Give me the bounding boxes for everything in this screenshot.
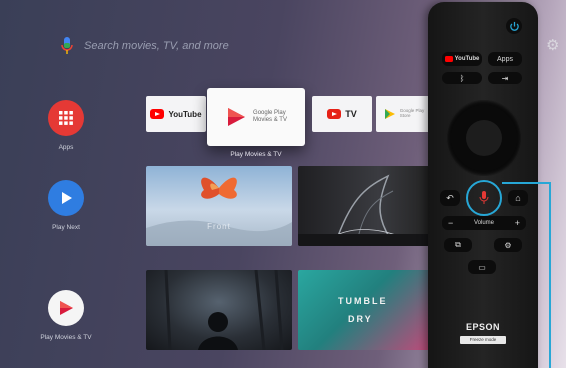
- forest-artwork: [298, 174, 432, 246]
- epson-remote: YouTube Apps ᛒ ⇥ ↶ ⌂ − Volume + ⧉ ⚙ ▭ EP…: [428, 2, 538, 368]
- dpad-ring[interactable]: [446, 100, 522, 176]
- butterfly-card-title: Front: [207, 222, 231, 231]
- screen-icon: ▭: [478, 262, 486, 272]
- play-movies-tile-line1: Google Play: [253, 110, 286, 117]
- callout-line-vertical: [549, 182, 551, 368]
- screen-button[interactable]: ▭: [468, 260, 496, 274]
- keystone-icon: ⧉: [455, 240, 461, 249]
- youtube-tile-label: YouTube: [168, 109, 202, 119]
- play-icon: [48, 180, 84, 216]
- play-movies-icon: [48, 290, 84, 326]
- power-button[interactable]: [506, 18, 522, 34]
- volume-label: Volume: [473, 220, 494, 226]
- settings-remote-button[interactable]: ⚙: [494, 238, 522, 252]
- tumble-dry-line2: DRY: [348, 314, 373, 324]
- remote-model-label: Freeze mode: [469, 337, 497, 342]
- tv-app-tile[interactable]: TV: [312, 96, 372, 132]
- tv-icon: [327, 109, 342, 119]
- callout-line-horizontal: [502, 182, 550, 184]
- play-movies-app-tile[interactable]: Google Play Movies & TV: [207, 88, 305, 146]
- volume-rocker[interactable]: − Volume +: [442, 216, 526, 230]
- volume-up-button[interactable]: +: [515, 218, 520, 228]
- rail-item-apps[interactable]: Apps: [26, 100, 106, 151]
- volume-down-button[interactable]: −: [448, 218, 453, 228]
- back-icon: ↶: [446, 192, 454, 203]
- search-bar[interactable]: Search movies, TV, and more: [60, 36, 229, 56]
- focused-app-caption: Play Movies & TV: [230, 151, 282, 158]
- rail-item-play-next[interactable]: Play Next: [26, 180, 106, 231]
- mic-icon[interactable]: [60, 36, 74, 56]
- back-button[interactable]: ↶: [440, 190, 460, 206]
- forest-movie-card[interactable]: [298, 166, 432, 246]
- android-tv-home-screen: Search movies, TV, and more ⚙ Apps Play …: [0, 0, 566, 368]
- input-icon: ⇥: [501, 73, 509, 83]
- butterfly-artwork: [146, 177, 292, 246]
- rail-label-play-next: Play Next: [52, 224, 80, 231]
- input-button[interactable]: ⇥: [488, 72, 522, 84]
- power-icon: [509, 21, 519, 31]
- rail-label-apps: Apps: [58, 144, 74, 151]
- home-icon: ⌂: [515, 193, 521, 203]
- rail-label-play-movies: Play Movies & TV: [40, 334, 92, 341]
- play-store-app-tile[interactable]: Google Play Store: [376, 96, 432, 132]
- bluetooth-button[interactable]: ᛒ: [442, 72, 482, 84]
- tumble-dry-card[interactable]: TUMBLE DRY: [298, 270, 432, 350]
- grid-icon: [48, 100, 84, 136]
- gear-icon[interactable]: ⚙: [546, 38, 562, 54]
- tumble-dry-line1: TUMBLE: [338, 296, 388, 306]
- play-movies-tile-icon: [228, 108, 246, 126]
- youtube-app-tile[interactable]: YouTube: [146, 96, 206, 132]
- tv-tile-label: TV: [345, 109, 357, 119]
- rail-item-play-movies[interactable]: Play Movies & TV: [26, 290, 106, 341]
- remote-apps-button[interactable]: Apps: [488, 52, 522, 66]
- settings-remote-icon: ⚙: [504, 240, 512, 250]
- silhouette-movie-card[interactable]: [146, 270, 292, 350]
- remote-youtube-button[interactable]: YouTube: [442, 52, 482, 66]
- keystone-button[interactable]: ⧉: [444, 238, 472, 252]
- remote-apps-label: Apps: [497, 55, 513, 63]
- home-button[interactable]: ⌂: [508, 190, 528, 206]
- play-store-tile-line2: Store: [399, 113, 411, 118]
- silhouette-artwork: [164, 270, 284, 350]
- play-movies-tile-line2: Movies & TV: [253, 117, 287, 123]
- play-store-icon: [384, 109, 395, 119]
- search-placeholder[interactable]: Search movies, TV, and more: [84, 40, 229, 52]
- voice-mic-icon: [479, 191, 489, 204]
- butterfly-movie-card[interactable]: Front: [146, 166, 292, 246]
- remote-brand: EPSON: [465, 322, 500, 332]
- remote-youtube-label: YouTube: [454, 56, 480, 62]
- youtube-icon: [150, 109, 165, 119]
- remote-model-plate: Freeze mode: [460, 336, 506, 344]
- voice-mic-button[interactable]: [466, 180, 502, 216]
- dpad-center-button[interactable]: [466, 120, 502, 156]
- bluetooth-icon: ᛒ: [459, 73, 465, 83]
